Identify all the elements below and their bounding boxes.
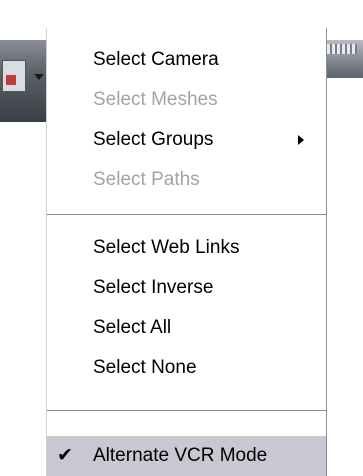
menu-separator — [47, 388, 326, 436]
submenu-arrow-icon — [298, 135, 304, 145]
menu-item-label: Select Groups — [93, 129, 214, 150]
dropdown-arrow-icon[interactable] — [34, 74, 44, 80]
menu-item-select-meshes: Select Meshes — [47, 80, 326, 120]
menu-item-select-all[interactable]: Select All — [47, 308, 326, 348]
toolbar-fragment-left — [0, 40, 52, 122]
menu-item-label: Select Web Links — [93, 237, 240, 258]
menu-item-label: Select All — [93, 317, 172, 338]
menu-item-select-none[interactable]: Select None — [47, 348, 326, 388]
menu-item-label: Select Meshes — [93, 89, 218, 110]
menu-top-padding — [47, 28, 326, 40]
menu-item-label: Select None — [93, 357, 197, 378]
screen: Select Camera Select Meshes Select Group… — [0, 0, 363, 476]
menu-item-alternate-vcr-mode[interactable]: ✔ Alternate VCR Mode — [47, 436, 326, 476]
toolbar-fragment-right — [321, 40, 363, 78]
menu-item-select-web-links[interactable]: Select Web Links — [47, 228, 326, 268]
menu-item-label: Select Inverse — [93, 277, 214, 298]
menu-item-select-camera[interactable]: Select Camera — [47, 40, 326, 80]
grip-icon — [327, 44, 357, 54]
menu-item-select-inverse[interactable]: Select Inverse — [47, 268, 326, 308]
menu-item-select-groups[interactable]: Select Groups — [47, 120, 326, 160]
checkmark-icon: ✔ — [57, 445, 73, 466]
menu-item-label: Alternate VCR Mode — [93, 445, 268, 466]
menu-item-select-paths: Select Paths — [47, 160, 326, 200]
menu-separator — [47, 200, 326, 228]
select-context-menu: Select Camera Select Meshes Select Group… — [46, 28, 327, 476]
toolbar-button-icon[interactable] — [2, 60, 26, 92]
menu-item-label: Select Paths — [93, 169, 200, 190]
menu-item-label: Select Camera — [93, 49, 219, 70]
